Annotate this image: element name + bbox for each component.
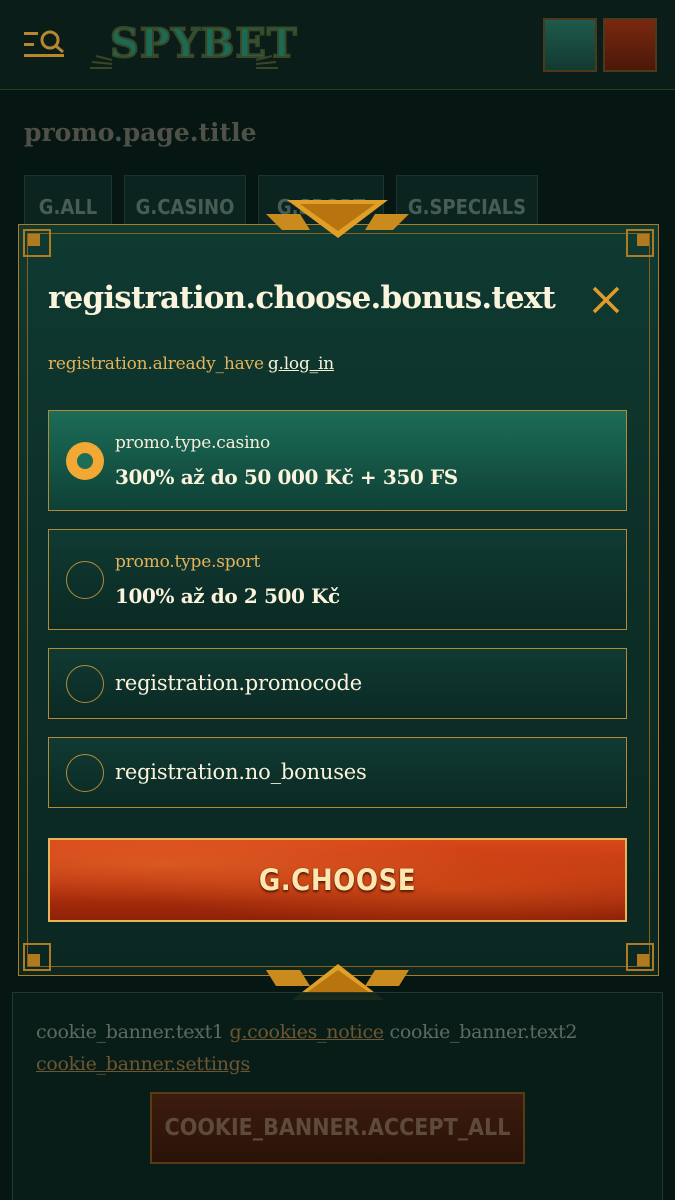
radio-unselected[interactable] bbox=[66, 665, 104, 703]
option-label: registration.no_bonuses bbox=[115, 760, 367, 784]
bonus-option-sport[interactable]: promo.type.sport 100% až do 2 500 Kč bbox=[48, 529, 627, 630]
login-link[interactable]: g.log_in bbox=[268, 354, 334, 374]
top-bar: SPYBET bbox=[0, 0, 675, 90]
cookie-settings-link[interactable]: cookie_banner.settings bbox=[36, 1053, 250, 1075]
option-amount: 100% až do 2 500 Kč bbox=[115, 584, 340, 608]
option-label: registration.promocode bbox=[115, 671, 362, 695]
login-button[interactable] bbox=[543, 18, 597, 72]
accept-all-label: COOKIE_BANNER.ACCEPT_ALL bbox=[164, 1115, 511, 1141]
already-have-text: registration.already_have bbox=[48, 354, 264, 374]
corner-ornament-icon bbox=[23, 943, 51, 971]
radio-unselected[interactable] bbox=[66, 561, 104, 599]
cookie-banner-text: cookie_banner.text1 g.cookies_notice coo… bbox=[36, 1016, 636, 1080]
corner-ornament-icon bbox=[626, 229, 654, 257]
cookie-text-2: cookie_banner.text2 bbox=[389, 1021, 578, 1043]
radio-selected[interactable] bbox=[66, 442, 104, 480]
menu-search-icon[interactable] bbox=[22, 28, 66, 62]
choose-button-label: G.CHOOSE bbox=[258, 863, 417, 897]
spybet-logo[interactable]: SPYBET bbox=[88, 14, 298, 74]
cookies-notice-link[interactable]: g.cookies_notice bbox=[229, 1021, 384, 1043]
bonus-option-no-bonuses[interactable]: registration.no_bonuses bbox=[48, 737, 627, 808]
already-have-account: registration.already_have g.log_in bbox=[48, 354, 334, 374]
option-type: promo.type.sport bbox=[115, 552, 261, 572]
choose-button[interactable]: G.CHOOSE bbox=[48, 838, 627, 922]
accept-all-cookies-button[interactable]: COOKIE_BANNER.ACCEPT_ALL bbox=[150, 1092, 525, 1164]
option-amount: 300% až do 50 000 Kč + 350 FS bbox=[115, 465, 458, 489]
logo-text: SPYBET bbox=[109, 19, 298, 68]
bonus-option-casino[interactable]: promo.type.casino 300% až do 50 000 Kč +… bbox=[48, 410, 627, 511]
corner-ornament-icon bbox=[626, 943, 654, 971]
register-button[interactable] bbox=[603, 18, 657, 72]
radio-unselected[interactable] bbox=[66, 754, 104, 792]
bonus-option-promocode[interactable]: registration.promocode bbox=[48, 648, 627, 719]
modal-title: registration.choose.bonus.text bbox=[48, 280, 556, 316]
option-type: promo.type.casino bbox=[115, 433, 271, 453]
close-icon[interactable] bbox=[588, 282, 624, 318]
cookie-text-1: cookie_banner.text1 bbox=[36, 1021, 224, 1043]
corner-ornament-icon bbox=[23, 229, 51, 257]
